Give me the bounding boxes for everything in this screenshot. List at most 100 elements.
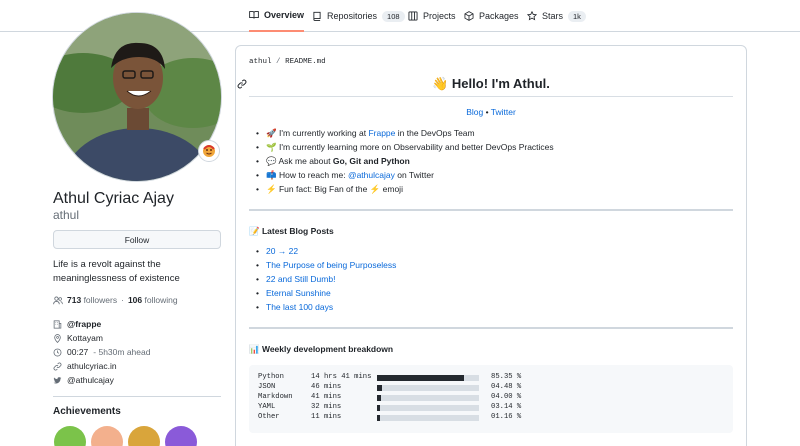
language-progress-bar xyxy=(377,394,479,401)
profile-bio: Life is a revolt against the meaningless… xyxy=(53,259,180,284)
weekly-breakdown-heading: 📊 Weekly development breakdown xyxy=(249,344,394,354)
readme-breadcrumb: athul / README.md xyxy=(249,58,326,66)
organization-icon xyxy=(53,319,62,329)
follow-stats: 713 followers · 106 following xyxy=(53,295,178,305)
tab-packages[interactable]: Packages xyxy=(464,0,519,32)
sidebar-divider xyxy=(53,396,221,397)
repo-count-badge: 108 xyxy=(382,10,405,22)
list-item: ⚡ Fun fact: Big Fan of the ⚡ emoji xyxy=(256,182,554,196)
language-name: YAML xyxy=(258,403,276,411)
blog-post-link[interactable]: 22 and Still Dumb! xyxy=(266,274,335,284)
list-item: 22 and Still Dumb! xyxy=(256,272,396,286)
people-icon xyxy=(53,296,63,304)
tab-projects[interactable]: Projects xyxy=(408,0,456,32)
tab-label: Repositories xyxy=(327,11,378,21)
tab-label: Stars xyxy=(542,11,564,21)
language-progress-fill xyxy=(377,394,382,401)
table-icon xyxy=(408,11,418,21)
list-item: The Purpose of being Purposeless xyxy=(256,258,396,272)
follow-button[interactable]: Follow xyxy=(53,230,221,249)
achievement-badge-3[interactable] xyxy=(128,426,160,446)
language-name: JSON xyxy=(258,383,276,391)
section-divider xyxy=(249,209,733,211)
blog-post-link[interactable]: The last 100 days xyxy=(266,302,333,312)
language-name: Markdown xyxy=(258,393,293,401)
language-progress-fill xyxy=(377,414,381,421)
list-item: 💬 Ask me about Go, Git and Python xyxy=(256,154,554,168)
followers-link[interactable]: 713 followers xyxy=(67,295,117,305)
achievements-heading: Achievements xyxy=(53,406,121,417)
blog-post-list: 20 → 22 The Purpose of being Purposeless… xyxy=(256,244,396,314)
section-divider xyxy=(249,327,733,329)
language-percent: 03.14 % xyxy=(491,403,522,411)
list-item: 🌱 I'm currently learning more on Observa… xyxy=(256,140,554,154)
blog-link[interactable]: Blog xyxy=(466,107,483,117)
star-icon xyxy=(527,11,537,21)
repo-icon xyxy=(312,11,322,21)
language-name: Python xyxy=(258,373,284,381)
language-progress-bar xyxy=(377,374,479,381)
avatar[interactable] xyxy=(52,12,222,182)
list-item: 📫 How to reach me: @athulcajay on Twitte… xyxy=(256,168,554,182)
tab-label: Overview xyxy=(264,10,305,20)
tab-label: Projects xyxy=(423,11,456,21)
tab-label: Packages xyxy=(479,11,519,21)
language-progress-fill xyxy=(377,404,381,411)
tab-stars[interactable]: Stars 1k xyxy=(527,0,586,32)
blog-posts-heading: 📝 Latest Blog Posts xyxy=(249,226,334,236)
readme-heading: 👋 Hello! I'm Athul. xyxy=(432,76,550,91)
vcard-twitter[interactable]: @athulcajay xyxy=(53,375,223,385)
vcard-org[interactable]: @frappe xyxy=(53,319,223,329)
language-progress-fill xyxy=(377,374,465,381)
about-list: 🚀 I'm currently working at Frappe in the… xyxy=(256,126,554,196)
anchor-link-icon[interactable] xyxy=(237,79,247,89)
language-progress-fill xyxy=(377,384,382,391)
language-time: 11 mins xyxy=(311,413,342,421)
language-progress-bar xyxy=(377,414,479,421)
twitter-icon xyxy=(53,376,62,385)
list-item: Eternal Sunshine xyxy=(256,286,396,300)
twitter-link[interactable]: Twitter xyxy=(491,107,516,117)
book-icon xyxy=(249,10,259,20)
tab-repositories[interactable]: Repositories 108 xyxy=(312,0,405,32)
face-icon xyxy=(203,145,215,157)
blog-post-link[interactable]: Eternal Sunshine xyxy=(266,288,331,298)
language-percent: 01.16 % xyxy=(491,413,522,421)
twitter-handle-link[interactable]: @athulcajay xyxy=(348,170,395,180)
list-item: 🚀 I'm currently working at Frappe in the… xyxy=(256,126,554,140)
achievement-badge-4[interactable] xyxy=(165,426,197,446)
language-name: Other xyxy=(258,413,280,421)
tab-overview[interactable]: Overview xyxy=(249,0,305,32)
language-progress-bar xyxy=(377,384,479,391)
language-time: 32 mins xyxy=(311,403,342,411)
language-percent: 04.48 % xyxy=(491,383,522,391)
clock-icon xyxy=(53,348,62,357)
profile-fullname: Athul Cyriac Ajay xyxy=(53,190,174,207)
crumb-user[interactable]: athul xyxy=(249,58,272,66)
crumb-file[interactable]: README.md xyxy=(285,58,326,66)
location-icon xyxy=(53,333,62,343)
list-item: The last 100 days xyxy=(256,300,396,314)
blog-post-link[interactable]: 20 → 22 xyxy=(266,246,298,256)
package-icon xyxy=(464,11,474,21)
readme-links: Blog • Twitter xyxy=(466,107,516,117)
vcard-localtime: 00:27 - 5h30m ahead xyxy=(53,347,223,357)
vcard-website[interactable]: athulcyriac.in xyxy=(53,361,223,371)
language-percent: 04.00 % xyxy=(491,393,522,401)
status-emoji[interactable] xyxy=(198,140,220,162)
following-link[interactable]: 106 following xyxy=(128,295,178,305)
frappe-link[interactable]: Frappe xyxy=(368,128,395,138)
achievement-badge-2[interactable] xyxy=(91,426,123,446)
language-percent: 85.35 % xyxy=(491,373,522,381)
heading-divider xyxy=(249,96,733,97)
link-icon xyxy=(53,362,62,371)
achievement-badge-1[interactable] xyxy=(54,426,86,446)
language-progress-bar xyxy=(377,404,479,411)
blog-post-link[interactable]: The Purpose of being Purposeless xyxy=(266,260,396,270)
language-time: 14 hrs 41 mins xyxy=(311,373,372,381)
profile-username: athul xyxy=(53,208,80,222)
language-time: 46 mins xyxy=(311,383,342,391)
list-item: 20 → 22 xyxy=(256,244,396,258)
stars-count-badge: 1k xyxy=(568,10,586,22)
vcard-location: Kottayam xyxy=(53,333,223,343)
